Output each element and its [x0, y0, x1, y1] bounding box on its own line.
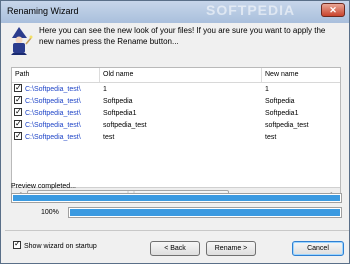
wizard-icon — [11, 27, 33, 55]
path-cell: C:\Softpedia_test\ — [14, 108, 100, 120]
softpedia-watermark: SOFTPEDIA — [206, 2, 296, 18]
list-header: Path Old name New name — [12, 68, 340, 83]
column-header-path[interactable]: Path — [12, 68, 100, 82]
window-title: Renaming Wizard — [7, 6, 79, 16]
title-bar[interactable]: Renaming Wizard SOFTPEDIA ✕ — [1, 1, 349, 23]
path-cell: C:\Softpedia_test\ — [14, 120, 100, 132]
rename-button[interactable]: Rename > — [206, 241, 256, 256]
show-wizard-label: Show wizard on startup — [24, 242, 97, 250]
path-cell: C:\Softpedia_test\ — [14, 84, 100, 96]
list-body: C:\Softpedia_test\ 1 1 C:\Softpedia_test… — [12, 82, 340, 188]
cancel-button[interactable]: Cancel — [292, 241, 344, 256]
footer-separator — [5, 230, 349, 231]
row-checkbox[interactable] — [14, 108, 22, 118]
new-name-cell: test — [265, 134, 277, 141]
old-name-cell: softpedia_test — [103, 122, 147, 129]
row-checkbox[interactable] — [14, 120, 22, 130]
list-row[interactable]: C:\Softpedia_test\ Softpedia Softpedia — [12, 96, 340, 108]
wizard-client-area: Here you can see the new look of your fi… — [5, 23, 349, 259]
progress-percent-label: 100% — [41, 209, 59, 216]
list-row[interactable]: C:\Softpedia_test\ Softpedia1 Softpedia1 — [12, 108, 340, 120]
path-cell: C:\Softpedia_test\ — [14, 96, 100, 108]
overall-progress-bar — [68, 207, 342, 218]
column-header-old-name[interactable]: Old name — [100, 68, 262, 82]
show-wizard-checkbox[interactable] — [13, 239, 21, 249]
close-button[interactable]: ✕ — [321, 3, 345, 17]
list-row[interactable]: C:\Softpedia_test\ 1 1 — [12, 84, 340, 96]
preview-progress-fill — [13, 195, 340, 201]
overall-progress-fill — [70, 209, 340, 216]
old-name-cell: Softpedia — [103, 98, 133, 105]
new-name-cell: 1 — [265, 86, 269, 93]
show-wizard-checkbox-row[interactable]: Show wizard on startup — [13, 239, 97, 250]
renaming-wizard-window: Renaming Wizard SOFTPEDIA ✕ Here you can… — [0, 0, 350, 264]
back-button[interactable]: < Back — [150, 241, 200, 256]
new-name-cell: Softpedia — [265, 98, 295, 105]
new-name-cell: Softpedia1 — [265, 110, 299, 117]
list-row[interactable]: C:\Softpedia_test\ test test — [12, 132, 340, 144]
list-row[interactable]: C:\Softpedia_test\ softpedia_test softpe… — [12, 120, 340, 132]
old-name-cell: test — [103, 134, 115, 141]
column-header-new-name[interactable]: New name — [262, 68, 340, 82]
old-name-cell: 1 — [103, 86, 107, 93]
new-name-cell: softpedia_test — [265, 122, 309, 129]
row-checkbox[interactable] — [14, 96, 22, 106]
row-checkbox[interactable] — [14, 84, 22, 94]
intro-text: Here you can see the new look of your fi… — [39, 26, 326, 46]
old-name-cell: Softpedia1 — [103, 110, 137, 117]
path-cell: C:\Softpedia_test\ — [14, 132, 100, 144]
row-checkbox[interactable] — [14, 132, 22, 142]
preview-status-text: Preview completed... — [11, 183, 76, 190]
preview-progress-bar — [11, 193, 342, 203]
